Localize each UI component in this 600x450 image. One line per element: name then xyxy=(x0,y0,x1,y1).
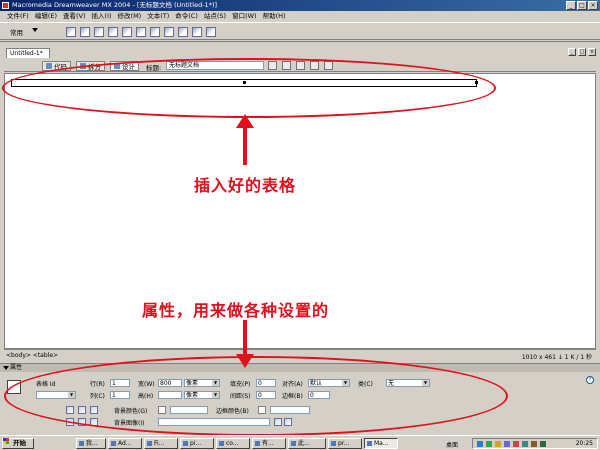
arrow-up-shaft xyxy=(243,127,247,165)
comment-icon[interactable] xyxy=(178,27,188,37)
properties-highlight-ellipse xyxy=(4,356,508,436)
tag-chooser-icon[interactable] xyxy=(206,27,216,37)
window-title: Macromedia Dreamweaver MX 2004 - [无标题文档 … xyxy=(12,1,218,9)
media-icon[interactable] xyxy=(150,27,160,37)
maximize-button[interactable]: □ xyxy=(577,1,587,10)
layer-icon[interactable] xyxy=(122,27,132,37)
insert-category[interactable]: 常用 xyxy=(10,27,23,37)
arrow-down-shaft xyxy=(243,320,247,356)
clock: 20:25 xyxy=(575,440,593,447)
app-icon xyxy=(183,441,188,446)
code-view-icon xyxy=(46,63,52,69)
folder-icon xyxy=(79,441,84,446)
template-icon[interactable] xyxy=(192,27,202,37)
named-anchor-icon[interactable] xyxy=(94,27,104,37)
hyperlink-icon[interactable] xyxy=(66,27,76,37)
window-controls: _ □ × xyxy=(566,1,598,10)
menu-view[interactable]: 查看(V) xyxy=(60,11,89,22)
menu-text[interactable]: 文本(T) xyxy=(144,11,172,22)
system-tray: 20:25 xyxy=(472,438,598,449)
taskbar-item[interactable]: 我... xyxy=(76,438,106,449)
menu-modify[interactable]: 修改(M) xyxy=(115,11,145,22)
tray-app-icon[interactable] xyxy=(531,441,537,447)
close-button[interactable]: × xyxy=(588,1,598,10)
dreamweaver-icon xyxy=(367,441,372,446)
menu-commands[interactable]: 命令(C) xyxy=(172,11,201,22)
date-icon[interactable] xyxy=(164,27,174,37)
app-icon xyxy=(219,441,224,446)
taskbar-item-active[interactable]: Ma... xyxy=(364,438,398,449)
menu-window[interactable]: 窗口(W) xyxy=(229,11,260,22)
taskbar-item[interactable]: 此... xyxy=(288,438,326,449)
document-size-info: 1010 x 461 ↓ 1 K / 1 秒 xyxy=(521,354,592,361)
taskbar-item[interactable]: pi... xyxy=(180,438,214,449)
app-icon xyxy=(331,441,336,446)
image-icon[interactable] xyxy=(136,27,146,37)
app-icon xyxy=(291,441,296,446)
table-annotation-label: 插入好的表格 xyxy=(194,176,297,195)
app-icon xyxy=(147,441,152,446)
window-title-bar: Macromedia Dreamweaver MX 2004 - [无标题文档 … xyxy=(0,0,600,11)
arrow-up-icon xyxy=(236,114,254,128)
network-icon[interactable] xyxy=(477,441,483,447)
menu-help[interactable]: 帮助(H) xyxy=(260,11,289,22)
tag-selector[interactable]: <body> <table> xyxy=(6,352,58,359)
dreamweaver-app-icon xyxy=(2,2,9,9)
antivirus-icon[interactable] xyxy=(513,441,519,447)
email-link-icon[interactable] xyxy=(80,27,90,37)
properties-annotation-label: 属性，用来做各种设置的 xyxy=(142,301,330,320)
volume-icon[interactable] xyxy=(495,441,501,447)
taskbar-item[interactable]: Ad... xyxy=(108,438,142,449)
chevron-down-icon[interactable] xyxy=(32,28,38,32)
taskbar: 开始 我... Ad... Fi... pi... co... 有... 此..… xyxy=(0,435,600,450)
taskbar-item[interactable]: Fi... xyxy=(144,438,178,449)
input-method-icon[interactable] xyxy=(504,441,510,447)
menu-insert[interactable]: 插入(I) xyxy=(89,11,115,22)
document-window-controls: _ □ × xyxy=(568,48,596,56)
menu-site[interactable]: 站点(S) xyxy=(201,11,229,22)
taskbar-item[interactable]: co... xyxy=(216,438,250,449)
messenger-icon[interactable] xyxy=(522,441,528,447)
insert-bar: 常用 xyxy=(0,22,600,40)
menu-bar: 文件(F) 编辑(E) 查看(V) 插入(I) 修改(M) 文本(T) 命令(C… xyxy=(0,11,600,22)
collapse-arrow-icon[interactable] xyxy=(3,366,9,370)
menu-edit[interactable]: 编辑(E) xyxy=(32,11,60,22)
security-icon[interactable] xyxy=(486,441,492,447)
help-icon[interactable]: ? xyxy=(586,376,594,384)
minimize-button[interactable]: _ xyxy=(566,1,576,10)
doc-close-button[interactable]: × xyxy=(588,48,596,56)
taskbar-item[interactable]: pr... xyxy=(328,438,362,449)
windows-logo-icon xyxy=(3,438,9,444)
desktop-toolbar-label[interactable]: 桌面 xyxy=(446,440,458,449)
app-icon xyxy=(111,441,116,446)
doc-minimize-button[interactable]: _ xyxy=(568,48,576,56)
doc-maximize-button[interactable]: □ xyxy=(578,48,586,56)
table-highlight-ellipse xyxy=(2,58,496,118)
menu-file[interactable]: 文件(F) xyxy=(4,11,32,22)
tray-app-icon[interactable] xyxy=(540,441,546,447)
table-icon[interactable] xyxy=(108,27,118,37)
app-icon xyxy=(255,441,260,446)
document-tab[interactable]: Untitled-1* xyxy=(6,48,50,58)
taskbar-item[interactable]: 有... xyxy=(252,438,286,449)
insert-toolbar-icons xyxy=(66,27,216,37)
